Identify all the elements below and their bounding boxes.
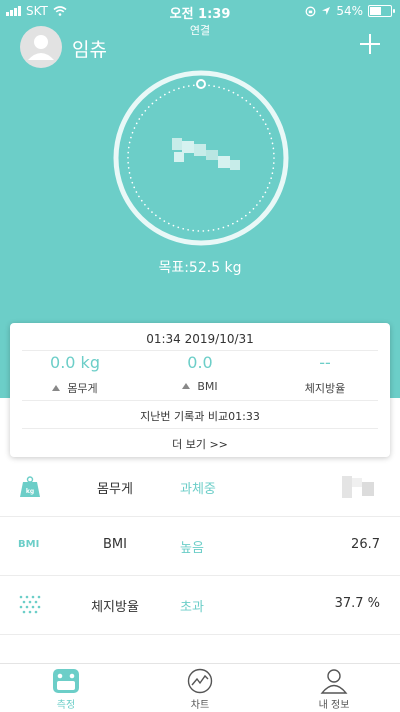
- tab-label: 내 정보: [318, 700, 350, 711]
- weight-value-blurred: [172, 138, 242, 172]
- list-item-name: BMI: [103, 537, 127, 552]
- list-item-bmi[interactable]: BMI BMI 높음 26.7: [0, 517, 400, 576]
- metric-label: 몸무게: [67, 382, 98, 395]
- up-arrow-icon: [182, 383, 191, 389]
- add-button[interactable]: [360, 34, 380, 54]
- bmi-icon: BMI: [18, 539, 40, 550]
- compare-text: 지난번 기록과 비교01:33: [140, 410, 260, 423]
- svg-text:kg: kg: [26, 488, 34, 495]
- metric-value: 0.0 kg: [50, 353, 100, 372]
- tab-label: 차트: [190, 700, 210, 711]
- connection-status[interactable]: 연결: [0, 22, 400, 38]
- battery-icon: [368, 5, 395, 17]
- profile-icon: [320, 669, 348, 694]
- divider: [22, 350, 378, 351]
- metric-value: 0.0: [187, 353, 213, 372]
- value-blurred: [342, 476, 374, 498]
- list-item-status: 초과: [180, 600, 204, 615]
- metric-label: 체지방율: [304, 382, 346, 395]
- list-item-body-fat[interactable]: 체지방율 초과 37.7 %: [0, 576, 400, 635]
- location-icon: [322, 7, 331, 15]
- status-bar: SKT 오전 1:39 54%: [0, 0, 400, 22]
- list-item-value: 26.7: [351, 537, 380, 552]
- tab-measure[interactable]: 측정: [26, 668, 106, 711]
- list-item-name: 체지방율: [91, 600, 139, 615]
- tab-profile[interactable]: 내 정보: [294, 668, 374, 711]
- metric-value: --: [319, 353, 331, 372]
- list-item-status: 높음: [180, 541, 204, 556]
- list-item-value: 37.7 %: [334, 596, 380, 611]
- username[interactable]: 임츄: [72, 35, 107, 62]
- scale-icon: kg: [20, 476, 40, 497]
- avatar[interactable]: [20, 26, 62, 68]
- measure-icon: [53, 669, 79, 693]
- metric-bmi: 0.0 BMI: [145, 353, 255, 393]
- tab-bar: 측정 차트 내 정보: [0, 663, 400, 712]
- goal-label: 목표:52.5 kg: [158, 260, 242, 276]
- metric-weight: 0.0 kg 몸무게: [20, 353, 130, 396]
- list-item-name: 몸무게: [97, 482, 133, 497]
- up-arrow-icon: [52, 385, 61, 391]
- tab-label: 측정: [56, 700, 76, 711]
- person-icon: [28, 35, 54, 60]
- body-fat-icon: [19, 595, 41, 614]
- metric-label: BMI: [197, 380, 218, 393]
- divider: [22, 400, 378, 401]
- metric-body-fat: -- 체지방율: [270, 353, 380, 396]
- battery-percent: 54%: [336, 4, 363, 18]
- measurement-datetime: 01:34 2019/10/31: [146, 332, 254, 346]
- result-card: 01:34 2019/10/31 0.0 kg 몸무게 0.0 BMI -- 체…: [10, 323, 390, 457]
- divider: [22, 428, 378, 429]
- tab-chart[interactable]: 차트: [160, 668, 240, 711]
- more-link[interactable]: 더 보기 >>: [10, 436, 390, 452]
- lock-rotation-icon: [305, 6, 316, 16]
- list-item-weight[interactable]: kg 몸무게 과체중: [0, 458, 400, 517]
- list-item-status: 과체중: [180, 482, 216, 497]
- chart-icon: [187, 668, 213, 694]
